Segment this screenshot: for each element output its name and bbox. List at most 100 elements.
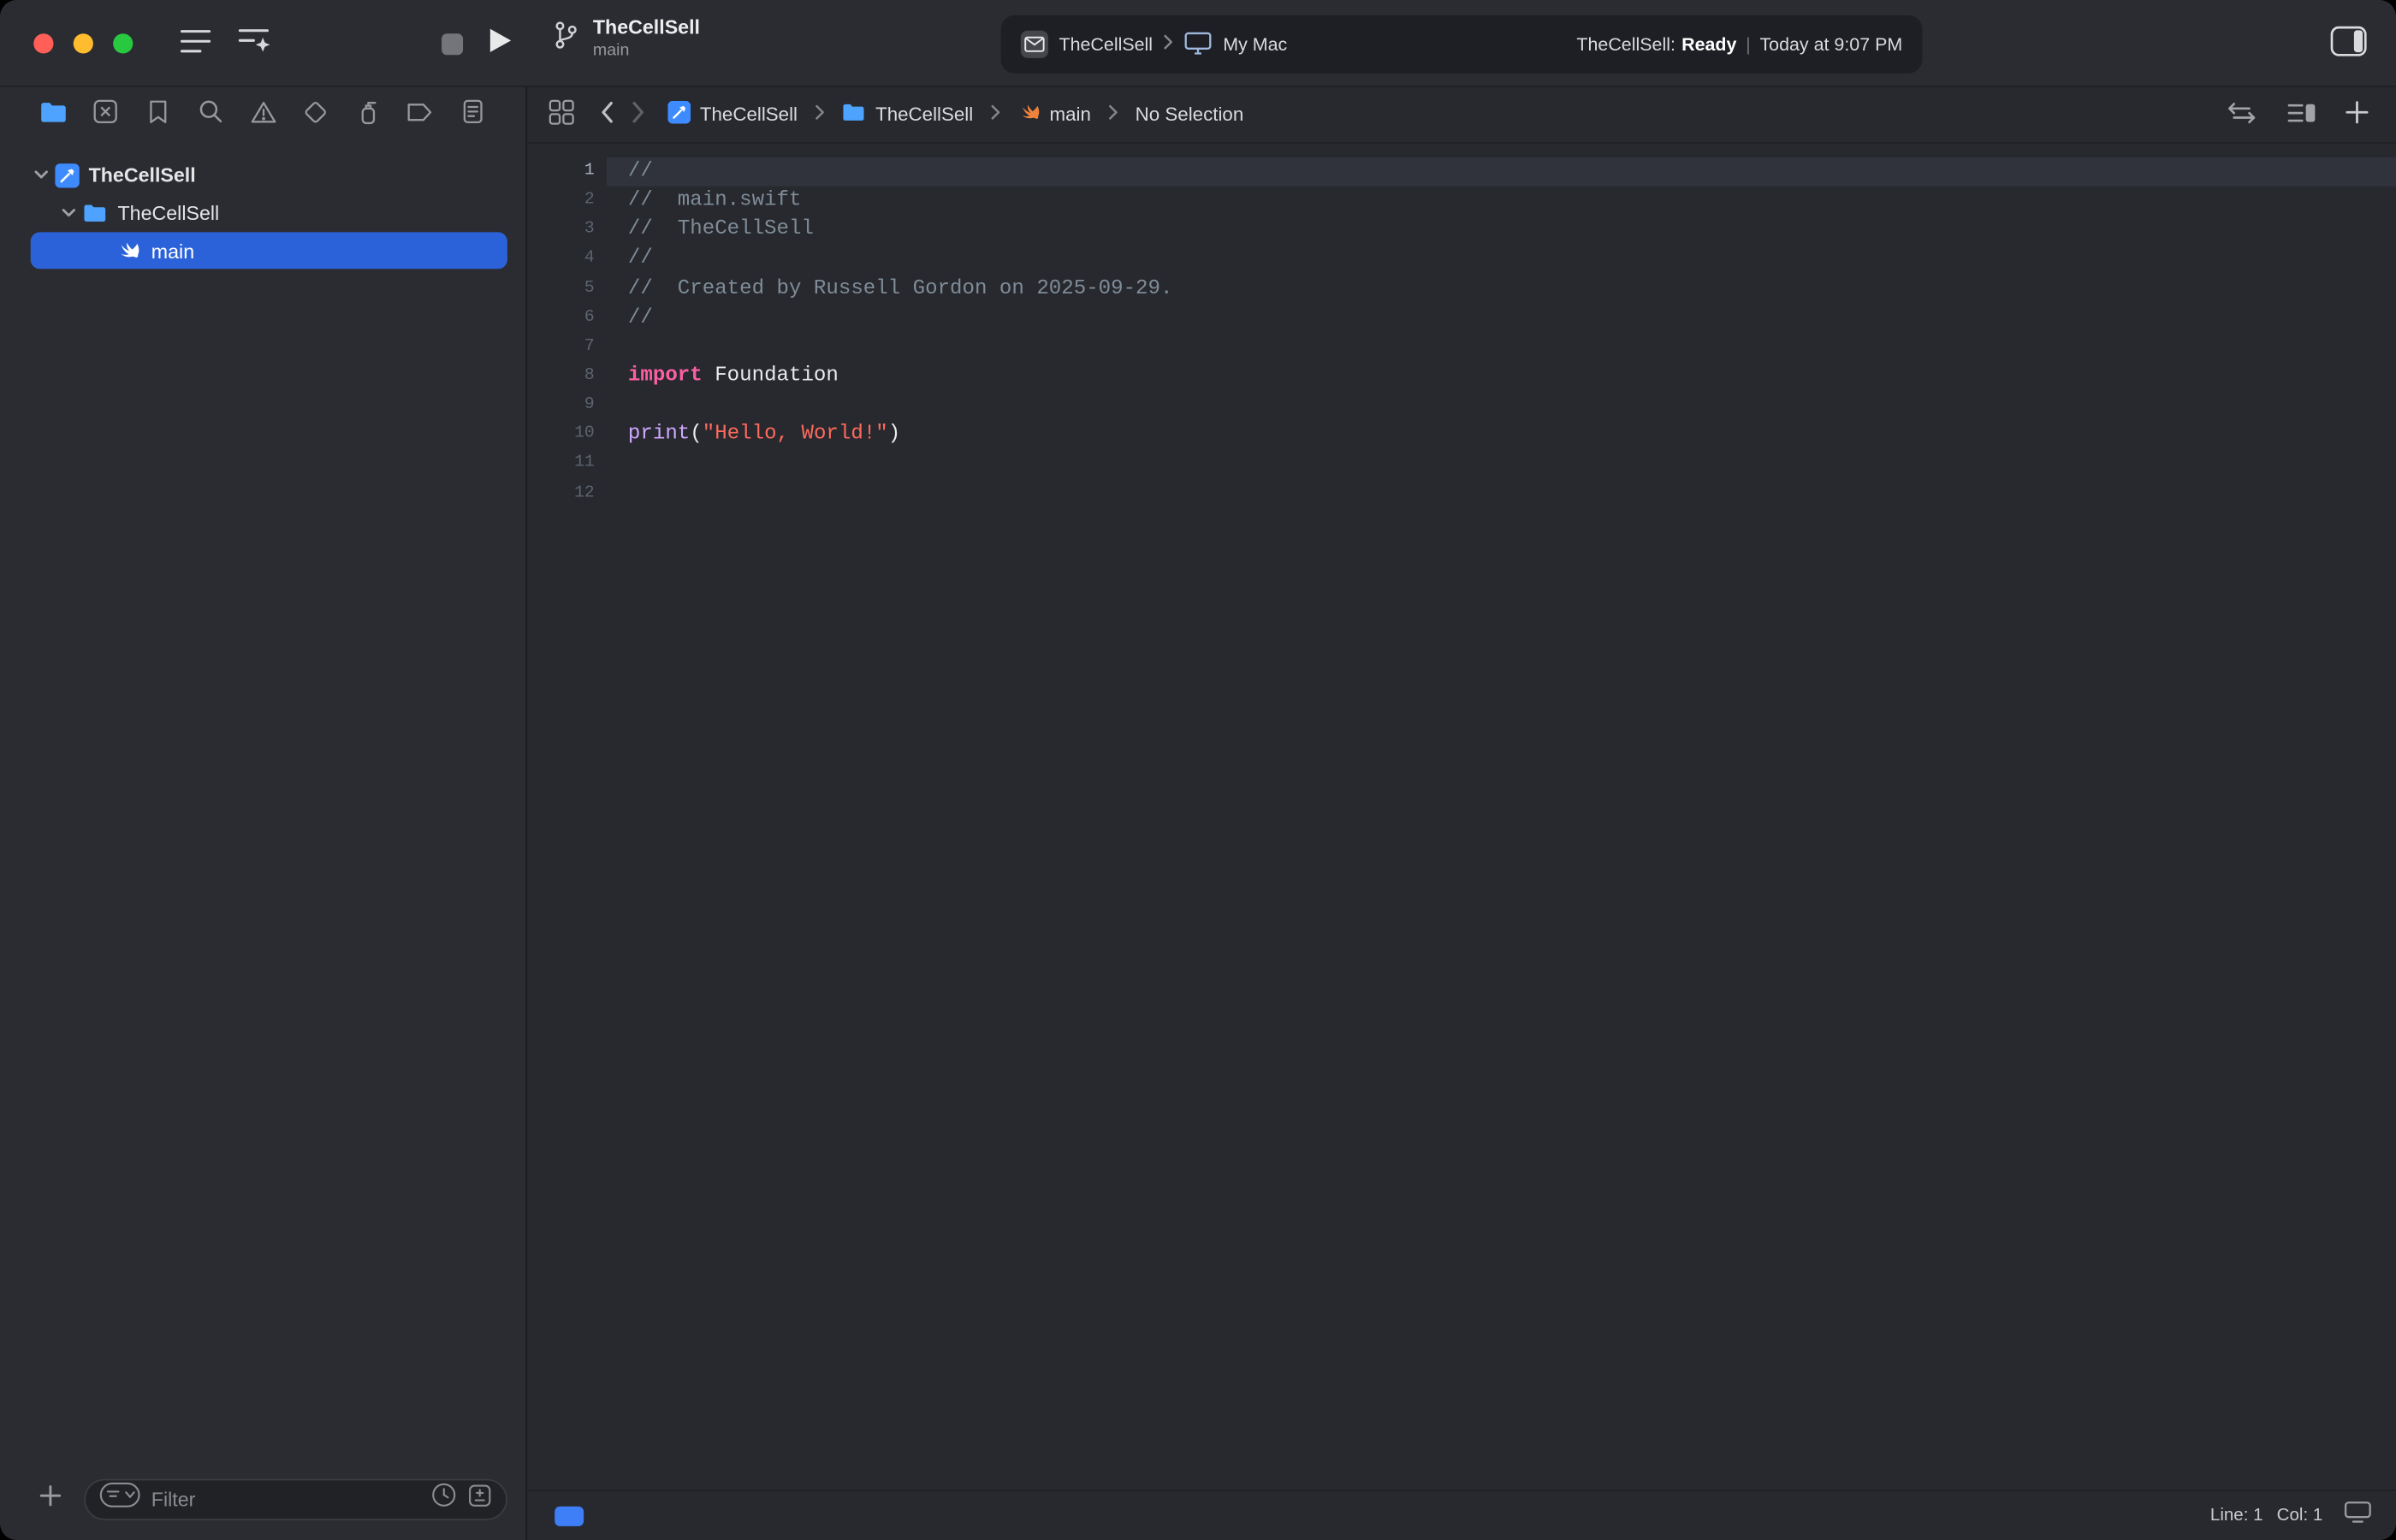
- zoom-window-button[interactable]: [113, 33, 133, 53]
- code-line[interactable]: [607, 391, 2396, 420]
- project-folder-icon: [39, 100, 68, 131]
- line-number[interactable]: 10: [527, 421, 595, 450]
- code-line[interactable]: [607, 333, 2396, 362]
- tab-bookmarks-navigator[interactable]: [141, 98, 175, 132]
- swift-file-icon: [1017, 101, 1041, 128]
- breadcrumb-folder[interactable]: TheCellSell: [842, 103, 973, 127]
- code-line[interactable]: // main.swift: [607, 187, 2396, 216]
- code-line[interactable]: //: [607, 157, 2396, 187]
- run-button[interactable]: [478, 25, 521, 64]
- code-lines[interactable]: //// main.swift// TheCellSell//// Create…: [607, 157, 2396, 1490]
- line-number[interactable]: 1: [527, 157, 595, 187]
- jump-bar: TheCellSell TheCellSell: [527, 87, 2396, 144]
- line-number[interactable]: 6: [527, 304, 595, 333]
- line-number[interactable]: 2: [527, 187, 595, 216]
- swap-arrows-button[interactable]: [2227, 100, 2257, 129]
- forward-button[interactable]: [632, 101, 645, 128]
- code-line[interactable]: //: [607, 245, 2396, 274]
- file-tree: TheCellSell TheCellSell main: [0, 144, 525, 1458]
- status-separator: |: [1743, 33, 1754, 55]
- code-line[interactable]: [607, 450, 2396, 479]
- line-number[interactable]: 12: [527, 479, 595, 508]
- toolbar: TheCellSell main TheCellSell My Mac Th: [0, 0, 2396, 87]
- tab-reports-navigator[interactable]: [455, 98, 489, 132]
- breadcrumb-file[interactable]: main: [1017, 101, 1091, 128]
- scheme-selector[interactable]: TheCellSell main: [553, 15, 700, 62]
- scheme-name: TheCellSell: [593, 15, 700, 40]
- line-number[interactable]: 7: [527, 333, 595, 362]
- tab-project-navigator[interactable]: [37, 98, 70, 132]
- mac-destination-icon: [1185, 30, 1213, 59]
- scm-changes-icon[interactable]: [467, 1483, 492, 1515]
- activity-view[interactable]: TheCellSell My Mac TheCellSell: Ready | …: [1001, 15, 1923, 74]
- code-line[interactable]: // TheCellSell: [607, 216, 2396, 245]
- breadcrumb-label: TheCellSell: [875, 104, 973, 125]
- editor-layout-button[interactable]: [2286, 100, 2316, 129]
- tab-source-control-navigator[interactable]: [89, 98, 122, 132]
- code-line[interactable]: print("Hello, World!"): [607, 421, 2396, 450]
- line-number-gutter[interactable]: 123456789101112: [527, 157, 607, 1490]
- coding-assistant-button[interactable]: [232, 25, 275, 64]
- line-number[interactable]: 4: [527, 245, 595, 274]
- status-time: Today at 9:07 PM: [1759, 33, 1902, 55]
- code-line[interactable]: import Foundation: [607, 362, 2396, 391]
- chevron-right-icon: [815, 104, 826, 125]
- activity-destination-label: My Mac: [1223, 33, 1287, 55]
- tab-breakpoints-navigator[interactable]: [403, 98, 436, 132]
- display-icon[interactable]: [2344, 1501, 2371, 1531]
- minimize-window-button[interactable]: [74, 33, 93, 53]
- issues-icon: [250, 100, 276, 131]
- code-line[interactable]: //: [607, 304, 2396, 333]
- line-number[interactable]: 5: [527, 275, 595, 304]
- close-window-button[interactable]: [33, 33, 53, 53]
- tree-row-main-selected[interactable]: main: [31, 232, 507, 269]
- folder-icon: [82, 204, 108, 223]
- swift-file-icon: [116, 239, 141, 264]
- xcode-project-icon: [667, 101, 691, 128]
- tab-debug-navigator[interactable]: [351, 98, 384, 132]
- code-token-comment: // Created by Russell Gordon on 2025-09-…: [628, 277, 1173, 300]
- editor-pane: TheCellSell TheCellSell: [527, 87, 2396, 1540]
- filter-bar: [0, 1458, 525, 1540]
- inspector-toggle-button[interactable]: [2328, 25, 2370, 64]
- editor-status-bar: Line: 1 Col: 1: [527, 1490, 2396, 1540]
- disclosure-chevron-icon[interactable]: [58, 208, 80, 219]
- code-token-comment: //: [628, 161, 653, 184]
- add-button[interactable]: [39, 1484, 61, 1513]
- tree-label: TheCellSell: [118, 202, 220, 225]
- navigator-toggle-icon: [177, 25, 214, 63]
- code-line[interactable]: [607, 479, 2396, 508]
- line-number[interactable]: 11: [527, 450, 595, 479]
- tab-find-navigator[interactable]: [193, 98, 227, 132]
- navigator-sidebar: TheCellSell TheCellSell main: [0, 87, 527, 1540]
- tab-issues-navigator[interactable]: [246, 98, 280, 132]
- disclosure-chevron-icon[interactable]: [31, 169, 52, 181]
- breadcrumb-project[interactable]: TheCellSell: [667, 101, 798, 128]
- tree-row-project[interactable]: TheCellSell: [0, 156, 525, 194]
- code-token-plain: Foundation: [703, 365, 839, 388]
- tab-tests-navigator[interactable]: [299, 98, 332, 132]
- recent-clock-icon[interactable]: [431, 1482, 457, 1515]
- find-icon: [199, 99, 223, 132]
- line-number[interactable]: 3: [527, 216, 595, 245]
- stop-button[interactable]: [431, 25, 474, 64]
- source-editor[interactable]: 123456789101112 //// main.swift// TheCel…: [527, 144, 2396, 1490]
- line-number[interactable]: 9: [527, 391, 595, 420]
- tree-label: main: [151, 239, 194, 262]
- tree-row-folder[interactable]: TheCellSell: [0, 194, 525, 233]
- navigator-toggle-button[interactable]: [175, 25, 217, 64]
- line-number[interactable]: 8: [527, 362, 595, 391]
- code-line[interactable]: // Created by Russell Gordon on 2025-09-…: [607, 275, 2396, 304]
- activity-status: TheCellSell: Ready | Today at 9:07 PM: [1576, 33, 1902, 55]
- add-editor-button[interactable]: [2346, 101, 2369, 128]
- editor-mode-chip-icon[interactable]: [555, 1506, 584, 1525]
- filter-field[interactable]: [84, 1478, 507, 1519]
- related-items-button[interactable]: [549, 99, 574, 130]
- filter-input[interactable]: [151, 1487, 420, 1510]
- tests-icon: [302, 98, 328, 132]
- back-button[interactable]: [601, 101, 614, 128]
- breadcrumb-selection[interactable]: No Selection: [1136, 104, 1244, 125]
- source-control-icon: [93, 99, 118, 132]
- folder-icon: [842, 103, 867, 127]
- code-token-function: print: [628, 424, 690, 447]
